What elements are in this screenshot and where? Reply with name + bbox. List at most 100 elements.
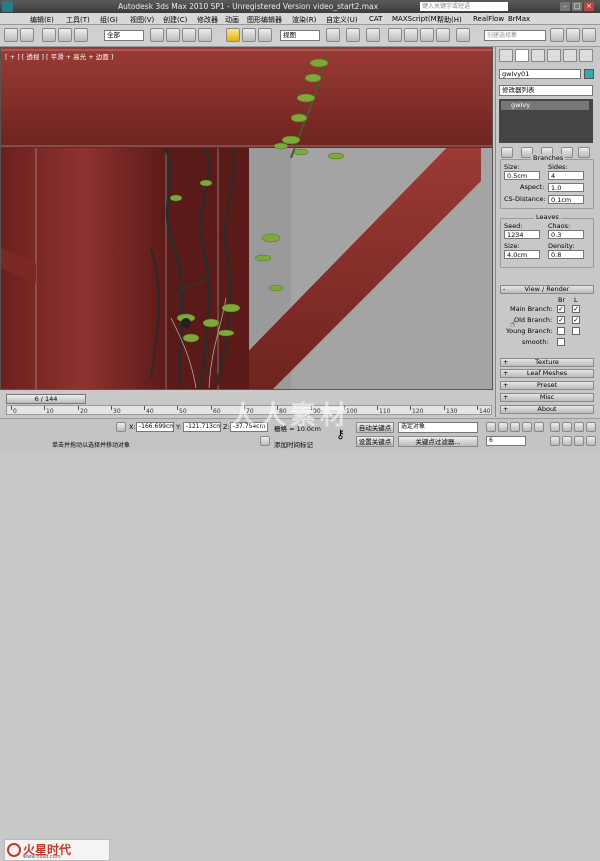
minimize-button[interactable]: – bbox=[560, 2, 570, 11]
about-rollout[interactable]: + About bbox=[500, 405, 594, 414]
branch-size-field[interactable]: 0.5cm bbox=[504, 171, 540, 180]
misc-rollout[interactable]: + Misc bbox=[500, 393, 594, 402]
next-frame-icon[interactable] bbox=[522, 422, 532, 432]
texture-rollout[interactable]: + Texture bbox=[500, 358, 594, 367]
rect-selection-icon[interactable] bbox=[182, 28, 196, 42]
select-manipulate-icon[interactable] bbox=[346, 28, 360, 42]
menu-tools[interactable]: 工具(T) bbox=[66, 15, 90, 25]
display-tab-icon[interactable] bbox=[563, 49, 577, 62]
play-icon[interactable] bbox=[510, 422, 520, 432]
align-icon[interactable] bbox=[566, 28, 580, 42]
current-frame-field[interactable]: 6 bbox=[486, 436, 526, 446]
menu-help[interactable]: 帮助(H) bbox=[437, 15, 462, 25]
time-slider[interactable]: 6 / 144 bbox=[6, 394, 86, 404]
select-and-rotate-icon[interactable] bbox=[242, 28, 256, 42]
close-button[interactable]: × bbox=[584, 2, 594, 11]
top-beam[interactable] bbox=[1, 48, 493, 148]
menu-graph-editors[interactable]: 图形编辑器 bbox=[247, 15, 282, 25]
mirror-icon[interactable] bbox=[550, 28, 564, 42]
pin-stack-icon[interactable] bbox=[501, 147, 513, 158]
named-selection-field[interactable]: 创建选择集 bbox=[484, 30, 546, 41]
modifier-list-dropdown[interactable]: 修改器列表 bbox=[499, 85, 593, 96]
zoom-all-icon[interactable] bbox=[562, 422, 572, 432]
layer-manager-icon[interactable] bbox=[582, 28, 596, 42]
menu-modifiers[interactable]: 修改器 bbox=[197, 15, 218, 25]
orbit-icon[interactable] bbox=[574, 436, 584, 446]
main-branch-br-checkbox[interactable]: ✓ bbox=[557, 305, 565, 313]
hierarchy-tab-icon[interactable] bbox=[531, 49, 545, 62]
link-icon[interactable] bbox=[42, 28, 56, 42]
object-name-field[interactable]: gwIvy01 bbox=[499, 69, 581, 79]
search-input[interactable]: 键入关键字或短语 bbox=[420, 2, 508, 11]
smooth-br-checkbox[interactable] bbox=[557, 338, 565, 346]
lock-selection-icon[interactable] bbox=[116, 422, 126, 432]
view-render-rollout[interactable]: - View / Render bbox=[500, 285, 594, 294]
main-branch-l-checkbox[interactable]: ✓ bbox=[572, 305, 580, 313]
selected-object-dropdown[interactable]: 选定对象 bbox=[398, 422, 478, 433]
preset-rollout[interactable]: + Preset bbox=[500, 381, 594, 390]
app-logo-icon[interactable] bbox=[2, 1, 13, 12]
previous-frame-icon[interactable] bbox=[498, 422, 508, 432]
old-branch-br-checkbox[interactable]: ✓ bbox=[557, 316, 565, 324]
select-and-scale-icon[interactable] bbox=[258, 28, 272, 42]
time-tag-icon[interactable] bbox=[260, 436, 270, 446]
leaf-size-field[interactable]: 4.0cm bbox=[504, 250, 540, 259]
aspect-field[interactable]: 1.0 bbox=[548, 183, 584, 192]
maximize-button[interactable]: □ bbox=[572, 2, 582, 11]
chaos-field[interactable]: 0.3 bbox=[548, 230, 584, 239]
menu-group[interactable]: 组(G) bbox=[100, 15, 118, 25]
snaps-toggle-icon[interactable] bbox=[388, 28, 402, 42]
menu-cat[interactable]: CAT bbox=[369, 15, 382, 23]
auto-key-button[interactable]: 自动关键点 bbox=[356, 422, 394, 433]
menu-edit[interactable]: 编辑(E) bbox=[30, 15, 54, 25]
density-field[interactable]: 0.8 bbox=[548, 250, 584, 259]
object-color-swatch[interactable] bbox=[584, 69, 594, 79]
menu-brmax[interactable]: BrMax bbox=[508, 15, 530, 23]
key-filters-button[interactable]: 关键点过滤器... bbox=[398, 436, 478, 447]
modify-tab-icon[interactable] bbox=[515, 49, 529, 62]
pivot-center-icon[interactable] bbox=[326, 28, 340, 42]
bind-space-warp-icon[interactable] bbox=[74, 28, 88, 42]
motion-tab-icon[interactable] bbox=[547, 49, 561, 62]
x-coordinate-field[interactable]: -166.699cm bbox=[136, 422, 174, 432]
menu-maxscript[interactable]: MAXScript(M) bbox=[392, 15, 439, 23]
zoom-icon[interactable] bbox=[550, 422, 560, 432]
menu-realflow[interactable]: RealFlow bbox=[473, 15, 504, 23]
selection-filter-dropdown[interactable]: 全部 bbox=[104, 30, 144, 41]
configure-sets-icon[interactable] bbox=[578, 147, 590, 158]
modifier-stack-item[interactable]: gwIvy bbox=[501, 101, 589, 110]
menu-customize[interactable]: 自定义(U) bbox=[326, 15, 358, 25]
set-key-button[interactable]: 设置关键点 bbox=[356, 436, 394, 447]
menu-animation[interactable]: 动画 bbox=[225, 15, 239, 25]
menu-create[interactable]: 创建(C) bbox=[163, 15, 187, 25]
undo-icon[interactable] bbox=[4, 28, 18, 42]
old-branch-l-checkbox[interactable]: ✓ bbox=[572, 316, 580, 324]
young-branch-l-checkbox[interactable] bbox=[572, 327, 580, 335]
select-by-name-icon[interactable] bbox=[166, 28, 180, 42]
branch-sides-field[interactable]: 4 bbox=[548, 171, 584, 180]
perspective-viewport[interactable]: [ + ] [ 透视 ] [ 平滑 + 高光 + 边面 ] bbox=[0, 47, 493, 390]
field-of-view-icon[interactable] bbox=[550, 436, 560, 446]
window-crossing-icon[interactable] bbox=[198, 28, 212, 42]
y-coordinate-field[interactable]: -121.713cm bbox=[183, 422, 221, 432]
utilities-tab-icon[interactable] bbox=[579, 49, 593, 62]
edit-named-selections-icon[interactable] bbox=[456, 28, 470, 42]
keyboard-shortcut-icon[interactable] bbox=[366, 28, 380, 42]
maximize-viewport-icon[interactable] bbox=[586, 436, 596, 446]
unlink-icon[interactable] bbox=[58, 28, 72, 42]
menu-views[interactable]: 视图(V) bbox=[130, 15, 154, 25]
select-and-move-icon[interactable] bbox=[226, 28, 240, 42]
pan-view-icon[interactable] bbox=[562, 436, 572, 446]
percent-snap-icon[interactable] bbox=[420, 28, 434, 42]
go-to-start-icon[interactable] bbox=[486, 422, 496, 432]
add-time-tag-button[interactable]: 添加时间标记 bbox=[274, 439, 313, 449]
zoom-extents-icon[interactable] bbox=[574, 422, 584, 432]
reference-coord-dropdown[interactable]: 视图 bbox=[280, 30, 320, 41]
zoom-extents-all-icon[interactable] bbox=[586, 422, 596, 432]
angle-snap-icon[interactable] bbox=[404, 28, 418, 42]
leaf-meshes-rollout[interactable]: + Leaf Meshes bbox=[500, 369, 594, 378]
cs-distance-field[interactable]: 0.1cm bbox=[548, 195, 584, 204]
create-tab-icon[interactable] bbox=[499, 49, 513, 62]
young-branch-br-checkbox[interactable] bbox=[557, 327, 565, 335]
redo-icon[interactable] bbox=[20, 28, 34, 42]
